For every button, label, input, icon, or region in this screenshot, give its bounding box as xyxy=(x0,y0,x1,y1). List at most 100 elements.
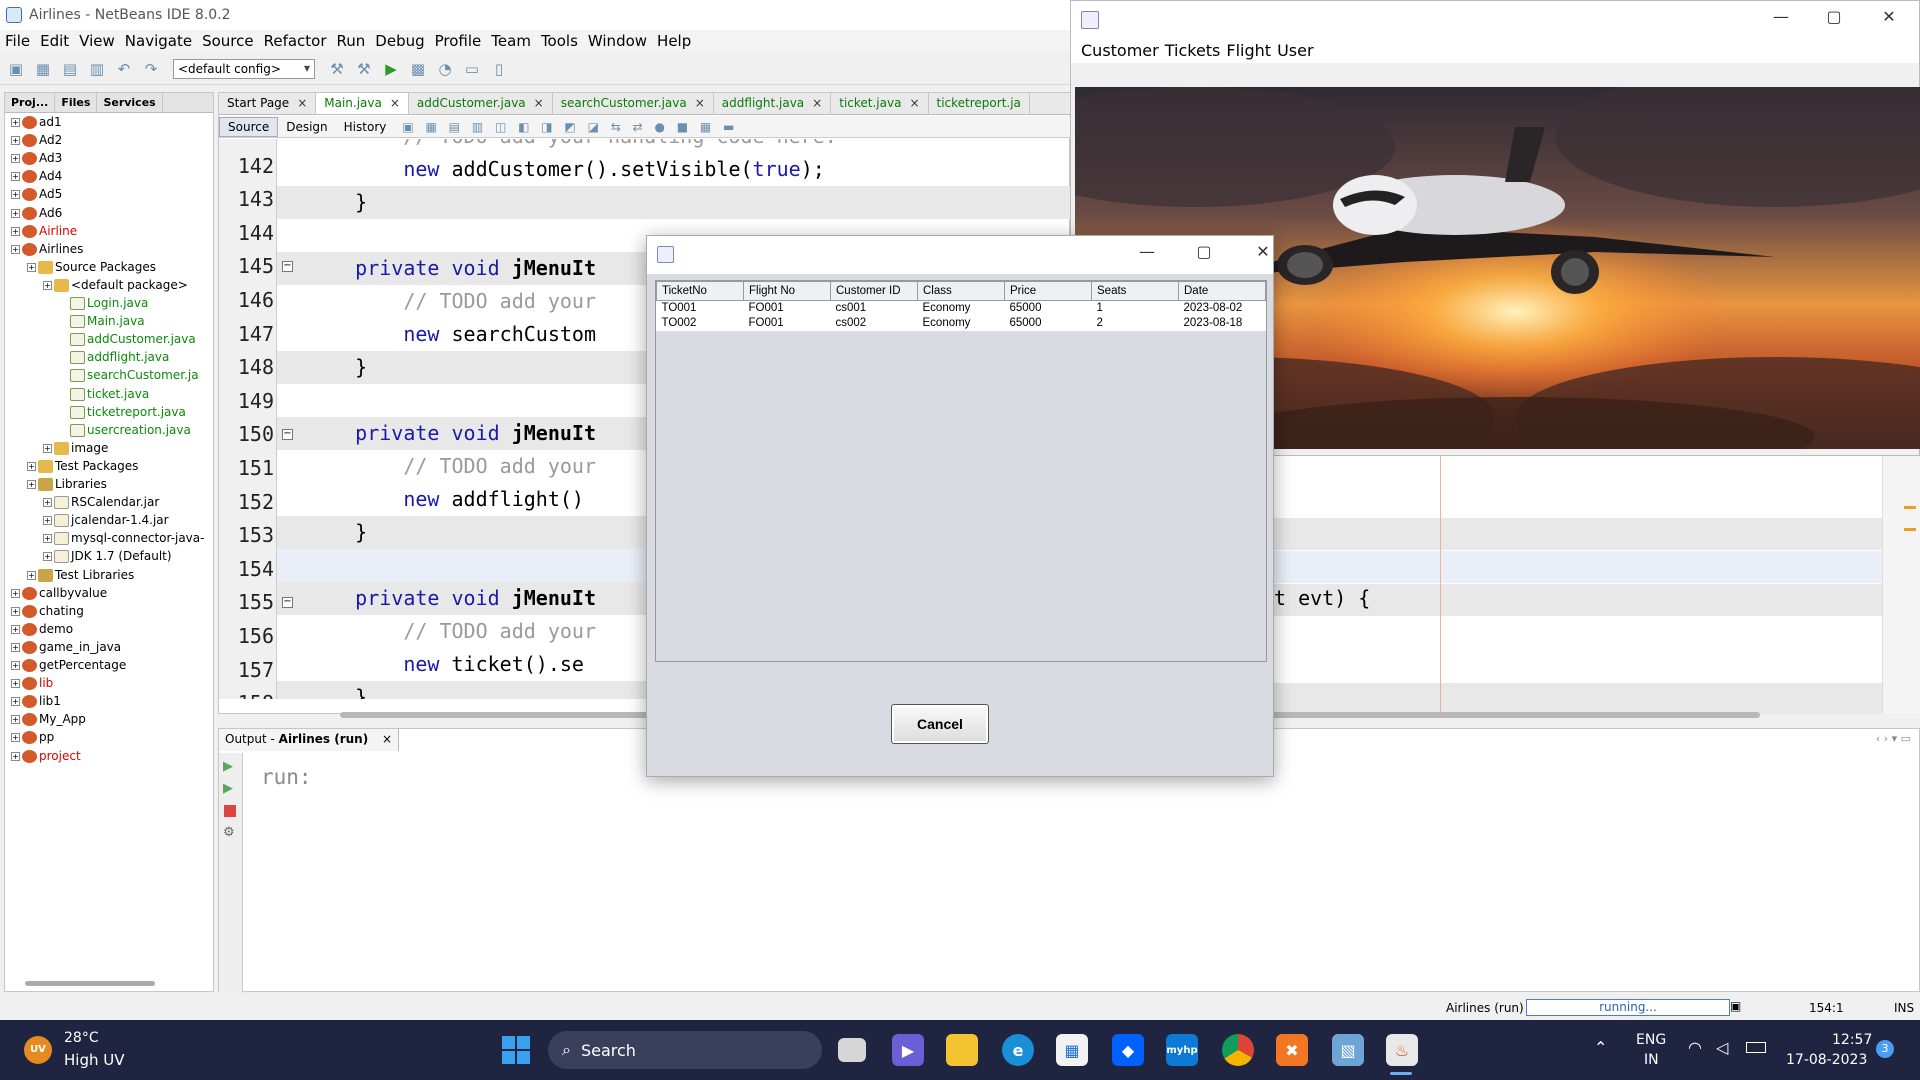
stop-icon[interactable] xyxy=(224,805,236,817)
menu-refactor[interactable]: Refactor xyxy=(259,32,332,50)
expand-toggle-icon[interactable]: + xyxy=(43,552,52,562)
rerun-config-icon[interactable]: ▶ xyxy=(223,781,233,796)
cell[interactable]: cs001 xyxy=(831,301,918,316)
tab-history[interactable]: History xyxy=(336,118,395,136)
col-seats[interactable]: Seats xyxy=(1091,281,1179,301)
warning-mark[interactable] xyxy=(1904,506,1916,509)
menu-view[interactable]: View xyxy=(74,32,120,50)
tree-item[interactable]: + Test Packages xyxy=(27,457,138,475)
cell[interactable]: Economy xyxy=(918,301,1005,316)
show-hidden-icons[interactable]: ⌃ xyxy=(1594,1038,1607,1057)
menu-window[interactable]: Window xyxy=(583,32,652,50)
tree-item[interactable]: + <default package> xyxy=(43,276,188,294)
cell[interactable]: 2023-08-18 xyxy=(1179,316,1266,331)
output-tab[interactable]: Output - Airlines (run) × xyxy=(219,729,400,751)
tree-item[interactable]: + mysql-connector-java- xyxy=(43,529,204,547)
expand-toggle-icon[interactable]: + xyxy=(27,262,36,272)
panel-scrollbar[interactable] xyxy=(25,981,155,986)
tree-item[interactable]: + callbyvalue xyxy=(11,584,107,602)
profile-icon[interactable]: ◔ xyxy=(434,58,456,80)
store-icon[interactable]: ▦ xyxy=(1056,1034,1088,1066)
close-icon[interactable]: × xyxy=(297,96,307,110)
start-icon[interactable] xyxy=(502,1036,530,1064)
cell[interactable]: FO001 xyxy=(744,301,831,316)
expand-toggle-icon[interactable]: + xyxy=(43,534,52,544)
close-icon[interactable]: ✕ xyxy=(1243,242,1283,261)
tree-item[interactable]: addflight.java xyxy=(59,348,169,366)
language-top[interactable]: ENG xyxy=(1636,1032,1666,1048)
tree-item[interactable]: + Airlines xyxy=(11,240,83,258)
redo-icon[interactable]: ↷ xyxy=(140,58,162,80)
tree-item[interactable]: ticket.java xyxy=(59,385,149,403)
editor-toolbar-icons[interactable]: ▣ ▦ ▤ ▥ ◫ ◧ ◨ ◩ ◪ ⇆ ⇄ ● ■ ▦ ▬ xyxy=(394,118,746,136)
expand-toggle-icon[interactable]: + xyxy=(11,715,20,725)
notification-badge[interactable]: 3 xyxy=(1876,1040,1894,1058)
fold-toggle-icon[interactable]: − xyxy=(282,429,293,441)
expand-toggle-icon[interactable]: + xyxy=(11,244,20,254)
expand-toggle-icon[interactable]: + xyxy=(11,190,20,200)
cell[interactable]: Economy xyxy=(918,316,1005,331)
battery-icon[interactable] xyxy=(1746,1042,1766,1053)
expand-toggle-icon[interactable]: + xyxy=(11,118,20,127)
col-class[interactable]: Class xyxy=(917,281,1005,301)
tree-item[interactable]: + ad1 xyxy=(11,113,62,131)
progress-bar[interactable]: running... xyxy=(1526,999,1730,1016)
tree-item[interactable]: + Ad6 xyxy=(11,204,62,222)
tab-start-page[interactable]: Start Page × xyxy=(219,93,317,114)
cell[interactable]: cs002 xyxy=(831,316,918,331)
file-explorer-icon[interactable] xyxy=(946,1034,978,1066)
tree-item[interactable]: Main.java xyxy=(59,312,145,330)
memory-icon[interactable]: ▯ xyxy=(488,58,510,80)
minimize-icon[interactable]: — xyxy=(1127,242,1167,261)
clock-date[interactable]: 17-08-2023 xyxy=(1786,1052,1867,1068)
tree-item[interactable]: + Source Packages xyxy=(27,258,156,276)
menu-file[interactable]: File xyxy=(0,32,35,50)
table-row[interactable]: TO001 FO001 cs001 Economy 65000 1 2023-0… xyxy=(657,301,1266,316)
tree-item[interactable]: + My_App xyxy=(11,710,86,728)
col-customerid[interactable]: Customer ID xyxy=(830,281,918,301)
menu-debug[interactable]: Debug xyxy=(370,32,429,50)
cell[interactable]: 1 xyxy=(1092,301,1179,316)
expand-toggle-icon[interactable]: + xyxy=(11,588,20,598)
tree-item[interactable]: + image xyxy=(43,439,108,457)
clean-build-icon[interactable]: ⚒ xyxy=(353,58,375,80)
cell[interactable]: TO001 xyxy=(657,301,744,316)
maximize-icon[interactable]: ▢ xyxy=(1184,242,1224,261)
close-icon[interactable]: × xyxy=(390,96,400,110)
expand-toggle-icon[interactable]: + xyxy=(11,661,20,670)
menu-edit[interactable]: Edit xyxy=(35,32,74,50)
expand-toggle-icon[interactable]: + xyxy=(11,733,20,743)
fold-toggle-icon[interactable]: − xyxy=(282,261,293,273)
col-price[interactable]: Price xyxy=(1004,281,1092,301)
tree-item[interactable]: + Ad5 xyxy=(11,185,62,203)
running-task[interactable]: Airlines (run) xyxy=(1446,1001,1524,1015)
fold-toggle-icon[interactable]: − xyxy=(282,597,293,609)
task-view-icon[interactable] xyxy=(838,1038,866,1062)
tree-item[interactable]: Login.java xyxy=(59,294,148,312)
meet-icon[interactable]: ▶ xyxy=(892,1034,924,1066)
close-icon[interactable]: × xyxy=(695,96,705,110)
tab-ticketreport-java[interactable]: ticketreport.ja xyxy=(929,93,1030,114)
expand-toggle-icon[interactable]: + xyxy=(11,226,20,236)
tab-addcustomer-java[interactable]: addCustomer.java × xyxy=(409,93,553,114)
expand-toggle-icon[interactable]: + xyxy=(11,208,20,218)
gc-icon[interactable]: ▭ xyxy=(461,58,483,80)
debug-icon[interactable]: ▩ xyxy=(407,58,429,80)
tab-searchcustomer-java[interactable]: searchCustomer.java × xyxy=(553,93,714,114)
tree-item[interactable]: + jcalendar-1.4.jar xyxy=(43,511,169,529)
col-flightno[interactable]: Flight No xyxy=(743,281,831,301)
tree-item[interactable]: + Airline xyxy=(11,222,77,240)
save-all-icon[interactable]: ▥ xyxy=(86,58,108,80)
tree-item[interactable]: + project xyxy=(11,747,81,765)
tab-services[interactable]: Services xyxy=(97,93,163,112)
tree-item[interactable]: + pp xyxy=(11,728,54,746)
tree-item[interactable]: + RSCalendar.jar xyxy=(43,493,159,511)
weather-desc[interactable]: High UV xyxy=(64,1051,124,1069)
tab-source[interactable]: Source xyxy=(219,116,279,137)
new-file-icon[interactable]: ▣ xyxy=(5,58,27,80)
tree-item[interactable]: + chating xyxy=(11,602,84,620)
settings-icon[interactable]: ⚙ xyxy=(223,825,235,840)
cell[interactable]: 65000 xyxy=(1005,301,1092,316)
tab-design[interactable]: Design xyxy=(278,118,335,136)
tree-item[interactable]: + JDK 1.7 (Default) xyxy=(43,547,172,565)
